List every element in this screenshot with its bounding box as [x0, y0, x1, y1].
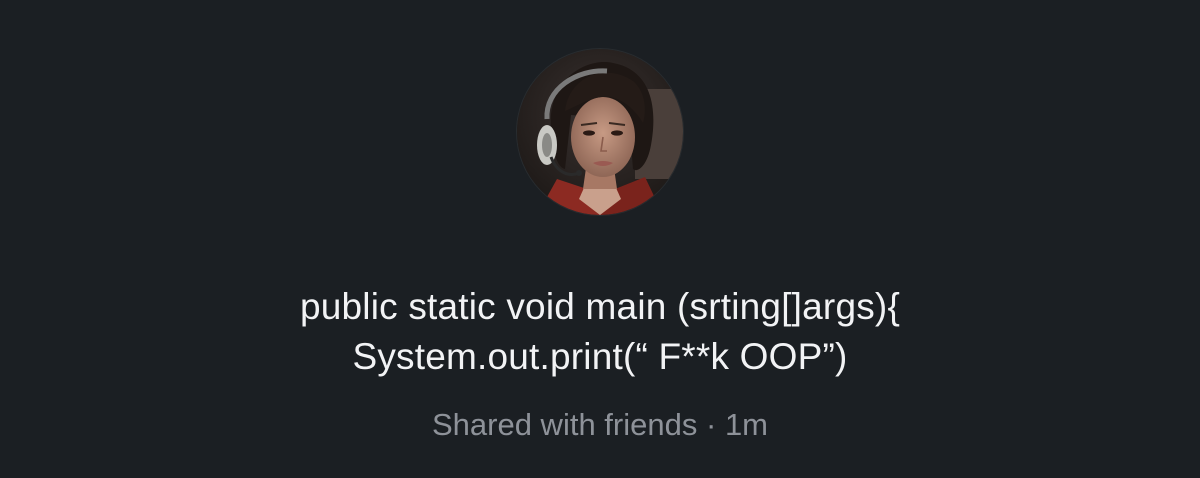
note-meta: Shared with friends · 1m	[0, 404, 1200, 446]
profile-avatar[interactable]	[517, 49, 683, 215]
profile-photo-icon	[517, 49, 683, 215]
meta-separator: ·	[705, 407, 717, 442]
audience-label[interactable]: Shared with friends	[432, 407, 697, 442]
note-line-1: public static void main (srting[]args){	[299, 286, 901, 327]
note-line-2: System.out.print(“ F**k OOP”)	[352, 336, 848, 377]
timestamp: 1m	[724, 407, 769, 442]
note-text: public static void main (srting[]args){ …	[0, 282, 1200, 382]
